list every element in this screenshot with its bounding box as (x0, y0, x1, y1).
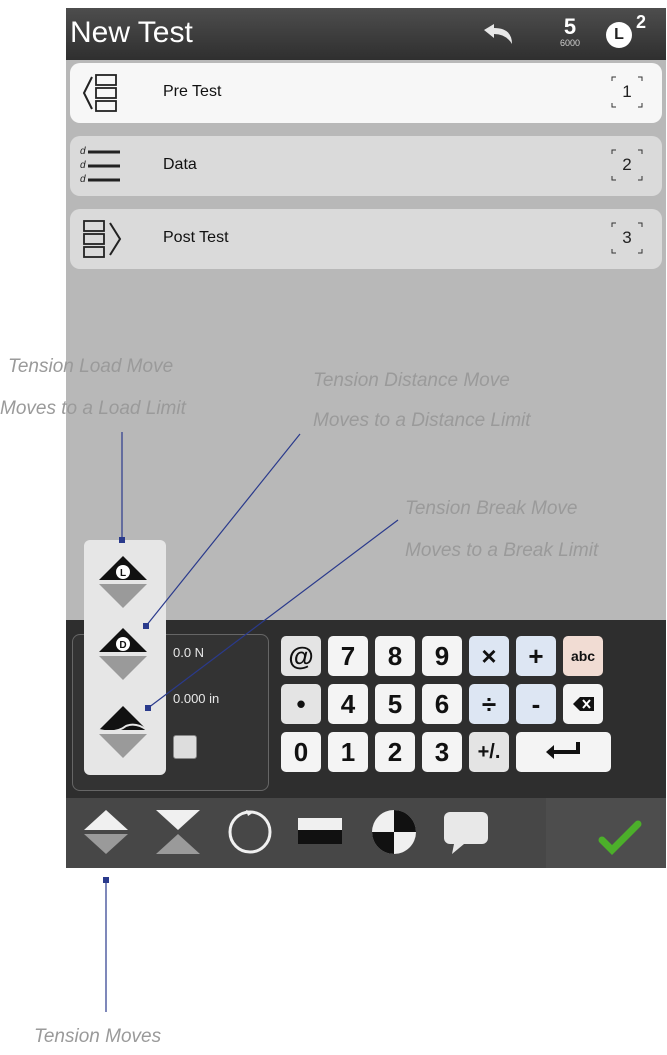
tension-moves-leader-dot (103, 877, 109, 883)
annotation-distance-desc: Moves to a Distance Limit (313, 410, 531, 431)
annotation-break-title: Tension Break Move (405, 498, 578, 519)
annotation-load-desc: Moves to a Load Limit (0, 398, 186, 419)
annotation-tension-moves: Tension Moves (34, 1026, 162, 1047)
annotation-distance-title: Tension Distance Move (313, 370, 510, 391)
annotation-load-title: Tension Load Move (8, 356, 174, 377)
distance-leader-dot (143, 623, 149, 629)
break-leader-dot (145, 705, 151, 711)
distance-leader-line (145, 433, 301, 627)
annotation-lines (103, 432, 399, 1012)
load-leader-dot (119, 537, 125, 543)
break-leader-line (147, 519, 399, 709)
annotation-break-desc: Moves to a Break Limit (405, 540, 599, 561)
